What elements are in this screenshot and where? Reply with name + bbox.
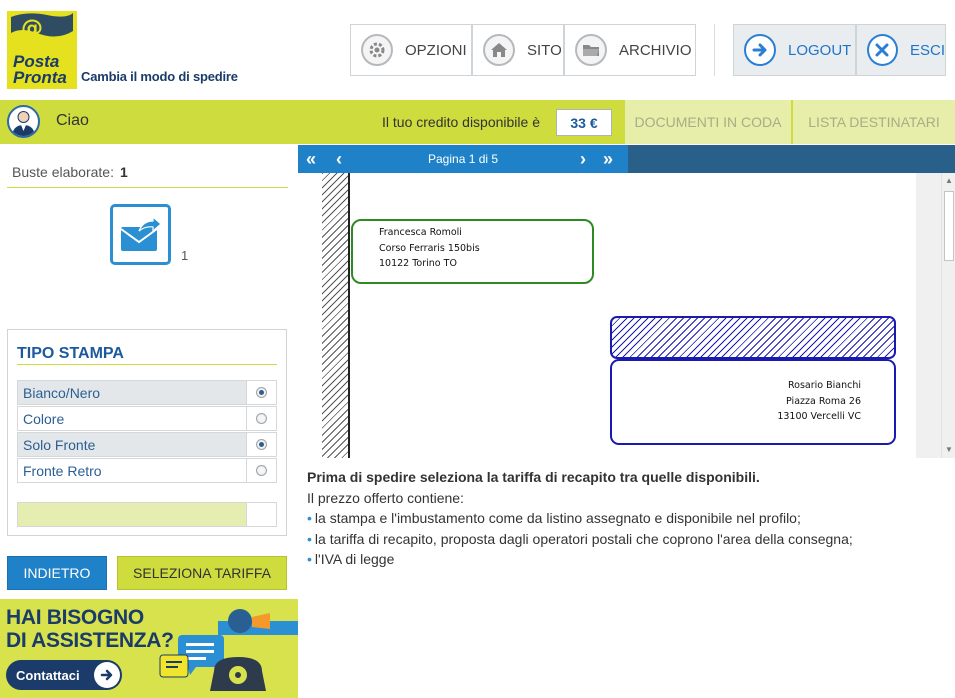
recipient-name: Rosario Bianchi: [787, 380, 861, 391]
esci-button[interactable]: ESCI: [856, 24, 946, 76]
arrow-right-icon: [94, 662, 120, 688]
bullet-icon: •: [307, 551, 312, 567]
option-label: Bianco/Nero: [17, 380, 248, 405]
radio-unselected[interactable]: [256, 413, 268, 424]
banner-title: HAI BISOGNO DI ASSISTENZA?: [6, 606, 174, 652]
tab-documenti-in-coda[interactable]: DOCUMENTI IN CODA: [625, 100, 791, 144]
margin-hatch: [322, 173, 350, 458]
recipient-address: Rosario Bianchi Piazza Roma 26 13100 Ver…: [760, 378, 861, 425]
option-label: Colore: [17, 406, 248, 431]
sender-name: Francesca Romoli: [379, 227, 462, 238]
info-lead: Prima di spedire seleziona la tariffa di…: [307, 469, 760, 485]
logo-text-pronta: Pronta: [13, 68, 67, 87]
sito-label: SITO: [527, 41, 562, 59]
option-bianco-nero[interactable]: Bianco/Nero: [17, 380, 277, 405]
bullet-text: la stampa e l'imbustamento come da listi…: [314, 510, 801, 526]
bullet-text: l'IVA di legge: [314, 551, 395, 567]
first-page-icon[interactable]: «: [306, 149, 316, 169]
home-icon: [483, 34, 515, 66]
buste-label: Buste elaborate:: [12, 164, 114, 180]
opzioni-label: OPZIONI: [405, 41, 467, 59]
recipient-city: 13100 Vercelli VC: [777, 411, 861, 422]
tab-lista-destinatari[interactable]: LISTA DESTINATARI: [793, 100, 955, 144]
envelope-count: 1: [181, 248, 189, 263]
bullet-text: la tariffa di recapito, proposta dagli o…: [314, 530, 853, 547]
scroll-down-icon[interactable]: ▼: [945, 445, 953, 454]
bullet-icon: •: [307, 510, 312, 526]
info-bullet: • la stampa e l'imbustamento come da list…: [307, 508, 853, 529]
logout-label: LOGOUT: [788, 41, 852, 59]
radio-selected[interactable]: [256, 387, 268, 398]
pager-bar-rest: [628, 145, 955, 173]
scroll-thumb[interactable]: [944, 191, 954, 261]
sender-city: 10122 Torino TO: [379, 258, 457, 269]
archivio-label: ARCHIVIO: [619, 41, 692, 59]
postage-hatch-area: [610, 316, 896, 359]
recipient-street: Piazza Roma 26: [786, 395, 861, 407]
envelope-forward-icon[interactable]: [110, 204, 171, 265]
contattaci-button[interactable]: Contattaci: [6, 660, 122, 690]
greeting: Ciao: [56, 112, 89, 129]
sender-street: Corso Ferraris 150bis: [379, 242, 480, 254]
info-bullet: • la tariffa di recapito, proposta dagli …: [307, 529, 853, 550]
archivio-button[interactable]: ARCHIVIO: [564, 24, 696, 76]
bullet-icon: •: [307, 530, 312, 547]
option-fronte-retro[interactable]: Fronte Retro: [17, 458, 277, 483]
radio-selected[interactable]: [256, 439, 268, 450]
radio-unselected[interactable]: [256, 465, 268, 476]
svg-text:@: @: [21, 16, 43, 41]
option-label: Solo Fronte: [17, 432, 248, 457]
next-page-icon[interactable]: ›: [580, 149, 586, 169]
summary-side: [247, 502, 277, 527]
posta-pronta-logo[interactable]: @ Posta Pronta: [7, 11, 77, 89]
opzioni-button[interactable]: OPZIONI: [350, 24, 472, 76]
scroll-up-icon[interactable]: ▲: [945, 176, 953, 185]
credit-value: 33 €: [556, 109, 612, 136]
user-avatar-icon: [7, 105, 40, 138]
last-page-icon[interactable]: »: [603, 149, 613, 169]
sender-address: Francesca Romoli Corso Ferraris 150bis 1…: [379, 225, 480, 272]
esci-label: ESCI: [909, 41, 945, 59]
info-intro: Il prezzo offerto contiene:: [307, 489, 464, 506]
close-icon: [867, 34, 898, 66]
info-bullet: • l'IVA di legge: [307, 549, 853, 570]
sito-button[interactable]: SITO: [472, 24, 564, 76]
summary-field: [17, 502, 247, 527]
seleziona-tariffa-button[interactable]: SELEZIONA TARIFFA: [117, 556, 287, 590]
tipo-stampa-divider: [17, 364, 277, 365]
banner-line1: HAI BISOGNO: [6, 606, 144, 629]
folder-icon: [575, 34, 607, 66]
logout-button[interactable]: LOGOUT: [733, 24, 856, 76]
tipo-stampa-title: TIPO STAMPA: [17, 345, 124, 362]
contattaci-label: Contattaci: [16, 667, 80, 683]
credit-label: Il tuo credito disponibile è: [382, 114, 540, 130]
header-divider: [714, 24, 715, 76]
page-indicator: Pagina 1 di 5: [428, 152, 499, 166]
tagline: Cambia il modo di spedire: [81, 69, 238, 84]
prev-page-icon[interactable]: ‹: [336, 149, 342, 169]
preview-scrollbar[interactable]: ▲ ▼: [941, 173, 955, 458]
indietro-button[interactable]: INDIETRO: [7, 556, 107, 590]
banner-line2: DI ASSISTENZA?: [6, 629, 174, 652]
option-label: Fronte Retro: [17, 458, 248, 483]
logout-arrow-icon: [744, 34, 776, 66]
buste-count: 1: [119, 164, 128, 180]
buste-elaborate: Buste elaborate: 1: [12, 164, 128, 180]
pricing-info: Prima di spedire seleziona la tariffa di…: [307, 467, 853, 570]
option-solo-fronte[interactable]: Solo Fronte: [17, 432, 277, 457]
gear-icon: [361, 34, 393, 66]
option-colore[interactable]: Colore: [17, 406, 277, 431]
divider: [7, 187, 288, 188]
preview-gutter: [916, 173, 941, 458]
